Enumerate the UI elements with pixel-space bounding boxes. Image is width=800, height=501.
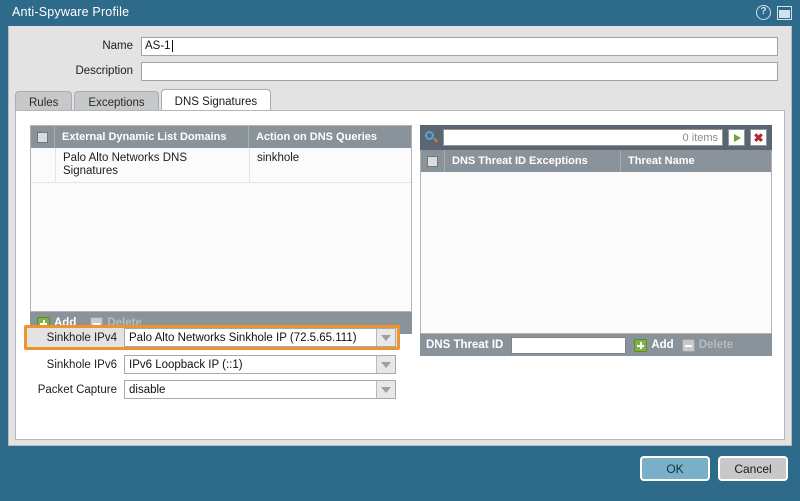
ok-button[interactable]: OK [640,456,710,481]
name-input-value: AS-1 [145,40,171,52]
window-restore-icon[interactable] [777,5,792,20]
threat-add-button[interactable]: Add [634,338,674,352]
search-go-button[interactable] [728,129,745,146]
threat-delete-label: Delete [698,339,734,351]
exceptions-search-bar: 0 items ✖ [420,125,772,150]
edl-col-action[interactable]: Action on DNS Queries [249,126,411,148]
dialog-button-bar: OK Cancel [640,456,788,481]
text-caret [171,40,173,52]
sinkhole-ipv6-row: Sinkhole IPv6 IPv6 Loopback IP (::1) [28,354,396,375]
arrow-right-icon [733,133,741,142]
threat-col-id[interactable]: DNS Threat ID Exceptions [445,150,621,172]
threat-id-grid: DNS Threat ID Exceptions Threat Name [420,150,772,334]
select-all-checkbox[interactable] [427,155,438,167]
sinkhole-ipv6-label: Sinkhole IPv6 [46,358,117,371]
close-icon: ✖ [753,130,764,145]
search-input[interactable]: 0 items [443,129,723,146]
description-input[interactable] [141,61,778,81]
packet-capture-value: disable [129,383,166,396]
row-action: sinkhole [257,152,300,164]
sinkhole-ipv4-value: Palo Alto Networks Sinkhole IP (72.5.65.… [129,331,357,344]
sinkhole-ipv4-label: Sinkhole IPv4 [46,331,117,344]
packet-capture-select[interactable]: disable [124,380,396,399]
titlebar-icons: ? [756,5,792,20]
sinkhole-ipv6-value: IPv6 Loopback IP (::1) [129,358,243,371]
minus-icon [681,338,695,352]
description-row: Description [9,61,791,81]
sinkhole-ipv6-select[interactable]: IPv6 Loopback IP (::1) [124,355,396,374]
name-row: Name AS-1 [9,36,791,56]
threat-select-all-cell[interactable] [421,150,445,172]
threat-delete-button: Delete [681,338,734,352]
edl-domains-grid: External Dynamic List Domains Action on … [30,125,412,312]
row-domain: Palo Alto Networks DNS Signatures [56,148,250,182]
select-all-checkbox[interactable] [37,131,48,143]
dns-threat-id-exceptions-pane: 0 items ✖ DNS Threat ID Exceptions Threa… [420,125,772,422]
threat-id-label: DNS Threat ID [426,339,504,351]
dialog-body: Name AS-1 Description Rules Exceptions D… [8,26,792,446]
threat-id-footer: DNS Threat ID Add Delete [420,334,772,356]
dialog-titlebar: Anti-Spyware Profile ? [0,0,800,26]
chevron-down-icon[interactable] [376,381,395,398]
search-icon [425,131,438,144]
threat-id-input[interactable] [511,336,627,354]
chevron-down-icon[interactable] [376,329,395,346]
tab-panel-dns-signatures: External Dynamic List Domains Action on … [15,110,785,440]
dialog-title: Anti-Spyware Profile [12,5,130,19]
plus-icon [634,338,648,352]
table-row[interactable]: Palo Alto Networks DNS Signatures sinkho… [31,148,411,183]
threat-add-label: Add [651,339,674,351]
name-label: Name [102,40,133,52]
sinkhole-ipv4-select[interactable]: Palo Alto Networks Sinkhole IP (72.5.65.… [124,328,396,347]
edl-col-domains[interactable]: External Dynamic List Domains [55,126,249,148]
packet-capture-row: Packet Capture disable [28,379,396,400]
name-input[interactable]: AS-1 [141,36,778,56]
external-dynamic-list-pane: External Dynamic List Domains Action on … [30,125,412,422]
threat-id-grid-header: DNS Threat ID Exceptions Threat Name [421,150,771,172]
threat-col-name[interactable]: Threat Name [621,150,771,172]
search-clear-button[interactable]: ✖ [750,129,767,146]
item-count: 0 items [682,131,718,144]
anti-spyware-profile-dialog: Anti-Spyware Profile ? Name AS-1 Descrip… [0,0,800,501]
cancel-button[interactable]: Cancel [718,456,788,481]
edl-grid-header: External Dynamic List Domains Action on … [31,126,411,148]
description-label: Description [75,65,133,77]
chevron-down-icon[interactable] [376,356,395,373]
edl-select-all-cell[interactable] [31,126,55,148]
help-icon[interactable]: ? [756,5,771,20]
row-select-cell[interactable] [31,148,56,182]
packet-capture-label: Packet Capture [37,383,117,396]
sinkhole-ipv4-row: Sinkhole IPv4 Palo Alto Networks Sinkhol… [24,325,400,350]
